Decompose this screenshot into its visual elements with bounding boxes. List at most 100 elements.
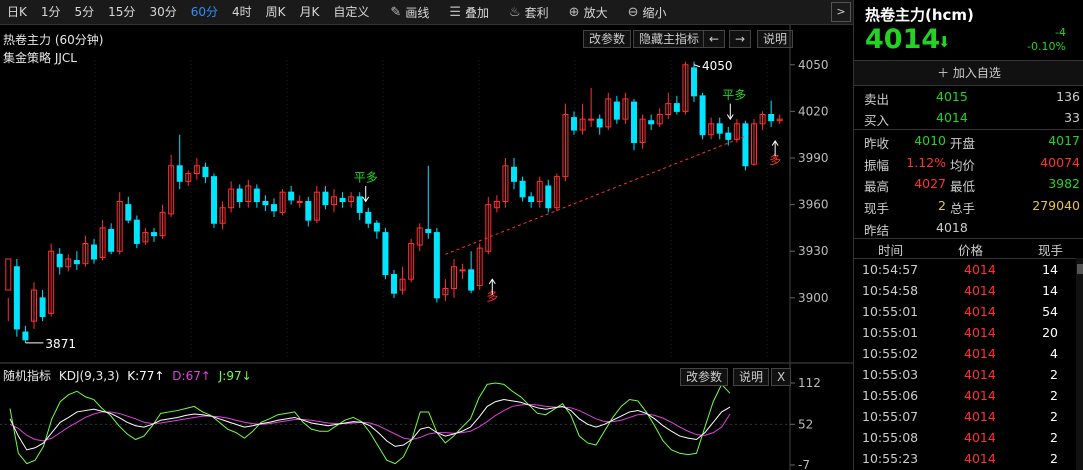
tick-vol: 54 (1042, 304, 1058, 319)
candle-body (73, 260, 80, 265)
period-tab[interactable]: 周K (259, 0, 293, 24)
close-long-signal: 平多 (722, 88, 746, 102)
candle-body (296, 201, 303, 204)
tick-time: 10:54:58 (862, 283, 919, 298)
j-value: J:97↓ (218, 369, 252, 383)
buy-price: 4014 (936, 110, 968, 125)
sell-volume: 136 (1056, 89, 1080, 104)
tool-button[interactable]: ✎ 画线 (380, 0, 439, 24)
period-tab[interactable]: 5分 (68, 0, 102, 24)
sell-label: 卖出 (864, 92, 890, 107)
stat-value: 3982 (1048, 176, 1080, 191)
add-watchlist-button[interactable]: ＋ 加入自选 (854, 60, 1083, 86)
candle-body (56, 253, 63, 268)
candle-body (468, 269, 475, 291)
indicator-params-button[interactable]: 改参数 (680, 368, 729, 386)
stat-label: 最高 (864, 179, 890, 194)
tool-button[interactable]: ☰ 叠加 (439, 0, 499, 24)
stat-label: 振幅 (864, 157, 890, 173)
tick-price: 4014 (964, 304, 996, 319)
tick-time: 10:54:57 (862, 262, 919, 277)
candle-body (691, 67, 697, 97)
tool-label: 叠加 (464, 5, 489, 20)
scrollbar[interactable] (1076, 258, 1083, 470)
tick-price: 4014 (964, 430, 996, 445)
stat-value: 279040 (1032, 197, 1080, 213)
scroll-thumb[interactable] (1077, 264, 1083, 274)
stat-value: 4027 (914, 176, 946, 191)
tick-time: 10:55:08 (862, 430, 919, 445)
quote-panel: 热卷主力(hcm) 4014 ⬇ -4 -0.10% ＋ 加入自选 卖出 401… (853, 0, 1083, 470)
tick-price: 4014 (964, 346, 996, 361)
tick-price: 4014 (964, 388, 996, 403)
indicator-name: 随机指标 (3, 369, 52, 383)
stat-label: 最低 (950, 179, 976, 194)
candle-body (91, 244, 97, 260)
tick-vol: 2 (1050, 451, 1058, 466)
stat-row: 昨收 4010 开盘 4017 (854, 130, 1083, 152)
candle-body (262, 201, 269, 206)
tool-label: 画线 (405, 5, 430, 20)
tool-button[interactable]: ⊖ 缩小 (618, 0, 677, 24)
stat-value: 4010 (914, 133, 946, 148)
tick-vol: 20 (1042, 325, 1058, 340)
price-tick-label: 4050 (798, 58, 829, 72)
candlestick-chart[interactable]: 40504020399039603930390040503871平多平多多多11… (0, 25, 853, 470)
pencil-icon: ✎ (390, 4, 402, 20)
period-tab[interactable]: 4时 (225, 0, 259, 24)
candle-body (742, 123, 749, 167)
add-watchlist-label: 加入自选 (952, 66, 1001, 80)
stat-value: 2 (938, 197, 946, 213)
indicator-help-button[interactable]: 说明 (733, 368, 770, 386)
period-tab[interactable]: 60分 (184, 0, 225, 24)
zoom-in-icon: ⊕ (568, 4, 580, 20)
candle-body (528, 196, 535, 203)
candle-body (288, 191, 295, 201)
period-tab[interactable]: 日K (0, 0, 34, 24)
candle-body (373, 222, 380, 232)
arrow-down-icon: ⬇ (938, 33, 951, 51)
layers-icon: ☰ (449, 4, 461, 20)
period-tab[interactable]: 30分 (142, 0, 183, 24)
candle-body (673, 103, 680, 112)
indicator-close-button[interactable]: X (771, 368, 792, 386)
candle-body (5, 258, 12, 291)
candle-body (108, 228, 115, 252)
period-tab[interactable]: 月K (293, 0, 327, 24)
chevron-right-icon[interactable]: > (831, 2, 851, 22)
tool-button[interactable]: ♨ 套利 (499, 0, 559, 24)
buy-label: 买入 (864, 113, 890, 128)
tick-row: 10:55:02 4014 4 (854, 344, 1076, 364)
d-value: D:67↑ (172, 369, 211, 383)
tick-price: 4014 (964, 325, 996, 340)
candle-body (571, 117, 577, 131)
candle-body (202, 166, 209, 178)
stat-label: 昨收 (864, 136, 890, 151)
candle-body (382, 232, 389, 276)
candle-body (631, 101, 637, 143)
stat-value: 40074 (1040, 154, 1080, 170)
candle-body (511, 166, 517, 182)
tick-row: 10:54:58 4014 14 (854, 281, 1076, 301)
stat-row: 现手 2 总手 279040 (854, 195, 1083, 217)
period-tab[interactable]: 15分 (101, 0, 142, 24)
tool-button[interactable]: ⊕ 放大 (559, 0, 618, 24)
tick-row: 10:54:57 4014 14 (854, 260, 1076, 280)
buy-volume: 33 (1064, 110, 1080, 125)
k-value: K:77↑ (127, 369, 165, 383)
header-time: 时间 (878, 243, 904, 258)
period-tab[interactable]: 自定义 (326, 0, 376, 24)
tick-row: 10:55:07 4014 2 (854, 407, 1076, 427)
kdj-tick-label: -7 (798, 458, 810, 470)
header-volume: 现手 (1038, 243, 1064, 258)
candle-body (459, 269, 466, 272)
change-value: -4 (1055, 26, 1066, 39)
candle-body (391, 274, 397, 294)
candle-body (425, 228, 432, 234)
tick-row: 10:55:03 4014 2 (854, 365, 1076, 385)
period-tab[interactable]: 1分 (34, 0, 68, 24)
settle-value: 4018 (936, 220, 968, 235)
tool-label: 缩小 (642, 5, 667, 20)
tick-price: 4014 (964, 283, 996, 298)
sell-row: 卖出 4015 136 (854, 86, 1083, 108)
